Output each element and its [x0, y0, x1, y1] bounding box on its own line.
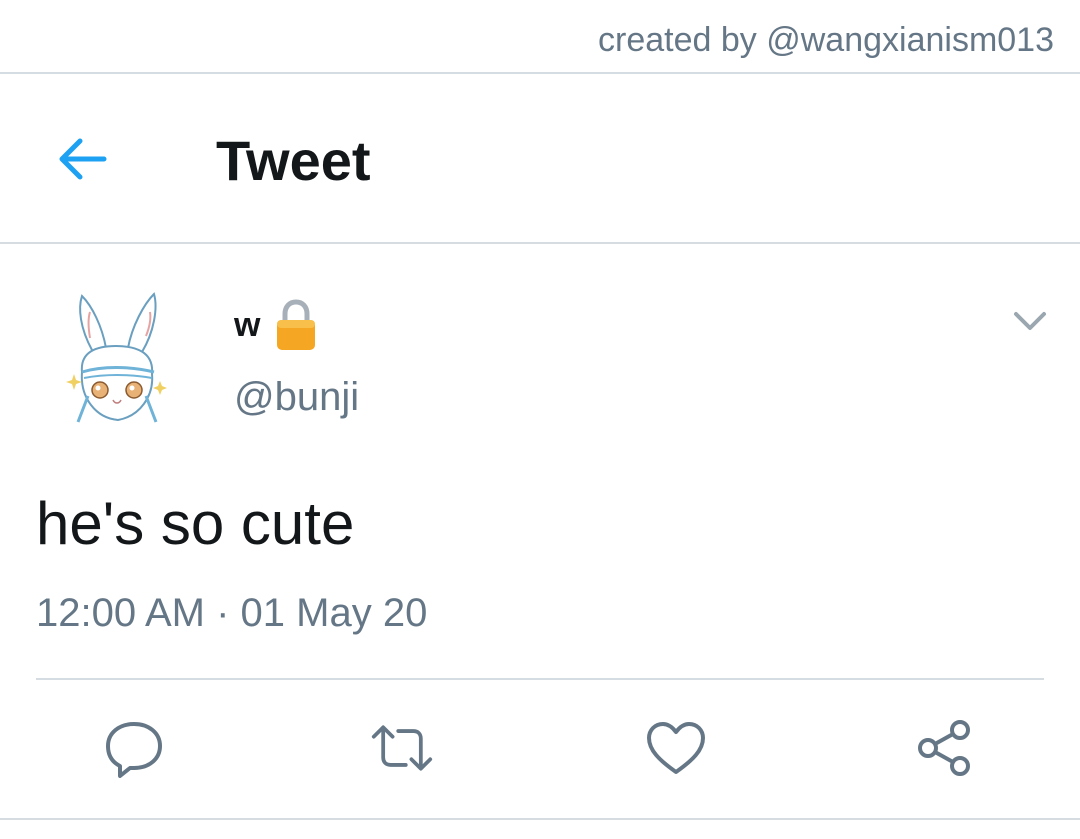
retweet-button[interactable] — [370, 716, 434, 780]
reply-icon — [106, 722, 162, 778]
page-title: Tweet — [216, 129, 371, 192]
share-button[interactable] — [912, 716, 976, 780]
user-handle[interactable]: @bunji — [234, 372, 359, 422]
arrow-left-icon — [59, 138, 107, 180]
like-button[interactable] — [644, 716, 708, 780]
bunny-avatar-image — [66, 292, 167, 423]
name-row[interactable]: w — [234, 298, 318, 352]
bottom-divider — [0, 818, 1080, 820]
header-divider — [0, 242, 1080, 244]
display-name[interactable]: w — [234, 305, 260, 345]
chevron-down-icon[interactable] — [1010, 306, 1050, 338]
retweet-icon — [371, 725, 433, 771]
actions-divider — [36, 678, 1044, 680]
watermark-credit: created by @wangxianism013 — [598, 21, 1054, 59]
reply-button[interactable] — [102, 716, 166, 780]
lock-icon — [277, 299, 316, 350]
tweet-timestamp: 12:00 AM · 01 May 20 — [36, 591, 428, 635]
top-divider — [0, 72, 1080, 74]
back-button[interactable] — [52, 133, 112, 185]
tweet-text: he's so cute — [36, 490, 355, 557]
share-icon — [918, 720, 970, 776]
heart-icon — [647, 722, 705, 774]
avatar[interactable] — [58, 288, 174, 432]
